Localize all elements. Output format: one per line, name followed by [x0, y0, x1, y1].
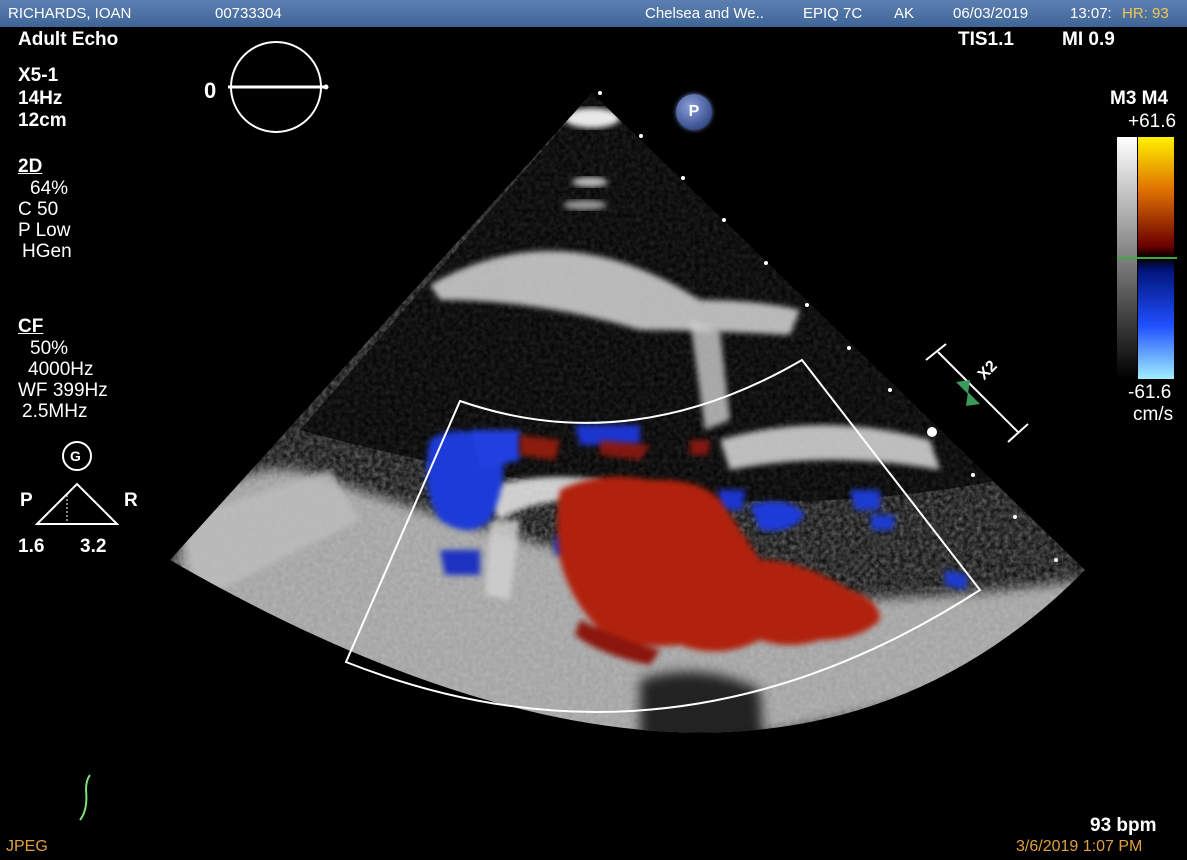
- scale-right-label: R: [124, 490, 138, 511]
- patient-id: 00733304: [215, 5, 282, 22]
- colormap-bar: [1117, 137, 1177, 379]
- orientation-angle: 0: [204, 78, 217, 103]
- colormap-unit: cm/s: [1133, 404, 1174, 425]
- colormap-min: -61.6: [1128, 382, 1172, 403]
- scale-letter: G: [70, 448, 81, 464]
- mode-cf-frequency: 2.5MHz: [22, 401, 88, 422]
- colormap-title: M3 M4: [1110, 88, 1169, 109]
- mode-cf-wall-filter: WF 399Hz: [18, 380, 108, 401]
- patient-header-bar: RICHARDS, IOAN 00733304 Chelsea and We..…: [0, 0, 1187, 27]
- ecg-trace: [79, 774, 91, 821]
- file-format: JPEG: [6, 838, 48, 855]
- mode-2d-frequency: HGen: [22, 241, 72, 262]
- mode-cf-prf: 4000Hz: [28, 359, 94, 380]
- heart-rate-header: HR: 93: [1122, 5, 1169, 22]
- scale-left-label: P: [20, 490, 33, 511]
- mechanical-index: MI 0.9: [1062, 29, 1115, 50]
- operator-initials: AK: [894, 5, 915, 22]
- zoom-indicator: [925, 343, 1029, 443]
- system-name: EPIQ 7C: [803, 5, 863, 22]
- mode-2d-title: 2D: [18, 156, 43, 177]
- institution-name: Chelsea and We..: [645, 5, 764, 22]
- capture-timestamp: 3/6/2019 1:07 PM: [1016, 838, 1143, 855]
- patient-name: RICHARDS, IOAN: [8, 5, 132, 22]
- frame-rate: 14Hz: [18, 88, 63, 109]
- depth-value: 12cm: [18, 110, 67, 131]
- preset-label: Adult Echo: [18, 29, 119, 50]
- scale-left-value: 1.6: [18, 536, 45, 557]
- ultrasound-image: [34, 41, 1085, 821]
- mode-2d-power: P Low: [18, 220, 71, 241]
- mode-2d-compression: C 50: [18, 199, 59, 220]
- thermal-index: TIS1.1: [958, 29, 1014, 50]
- exam-date: 06/03/2019: [953, 5, 1029, 22]
- orientation-icon: [228, 41, 329, 133]
- scale-right-value: 3.2: [80, 536, 107, 557]
- echo-sector: [170, 93, 1085, 733]
- colormap-max: +61.6: [1128, 111, 1177, 132]
- heart-rate: 93 bpm: [1090, 815, 1157, 836]
- exam-time: 13:07:: [1070, 5, 1112, 22]
- mode-2d-gain: 64%: [30, 178, 69, 199]
- mode-cf-gain: 50%: [30, 338, 69, 359]
- mode-cf-title: CF: [18, 316, 44, 337]
- probe-label: X5-1: [18, 65, 59, 86]
- probe-marker-icon: P: [676, 94, 712, 130]
